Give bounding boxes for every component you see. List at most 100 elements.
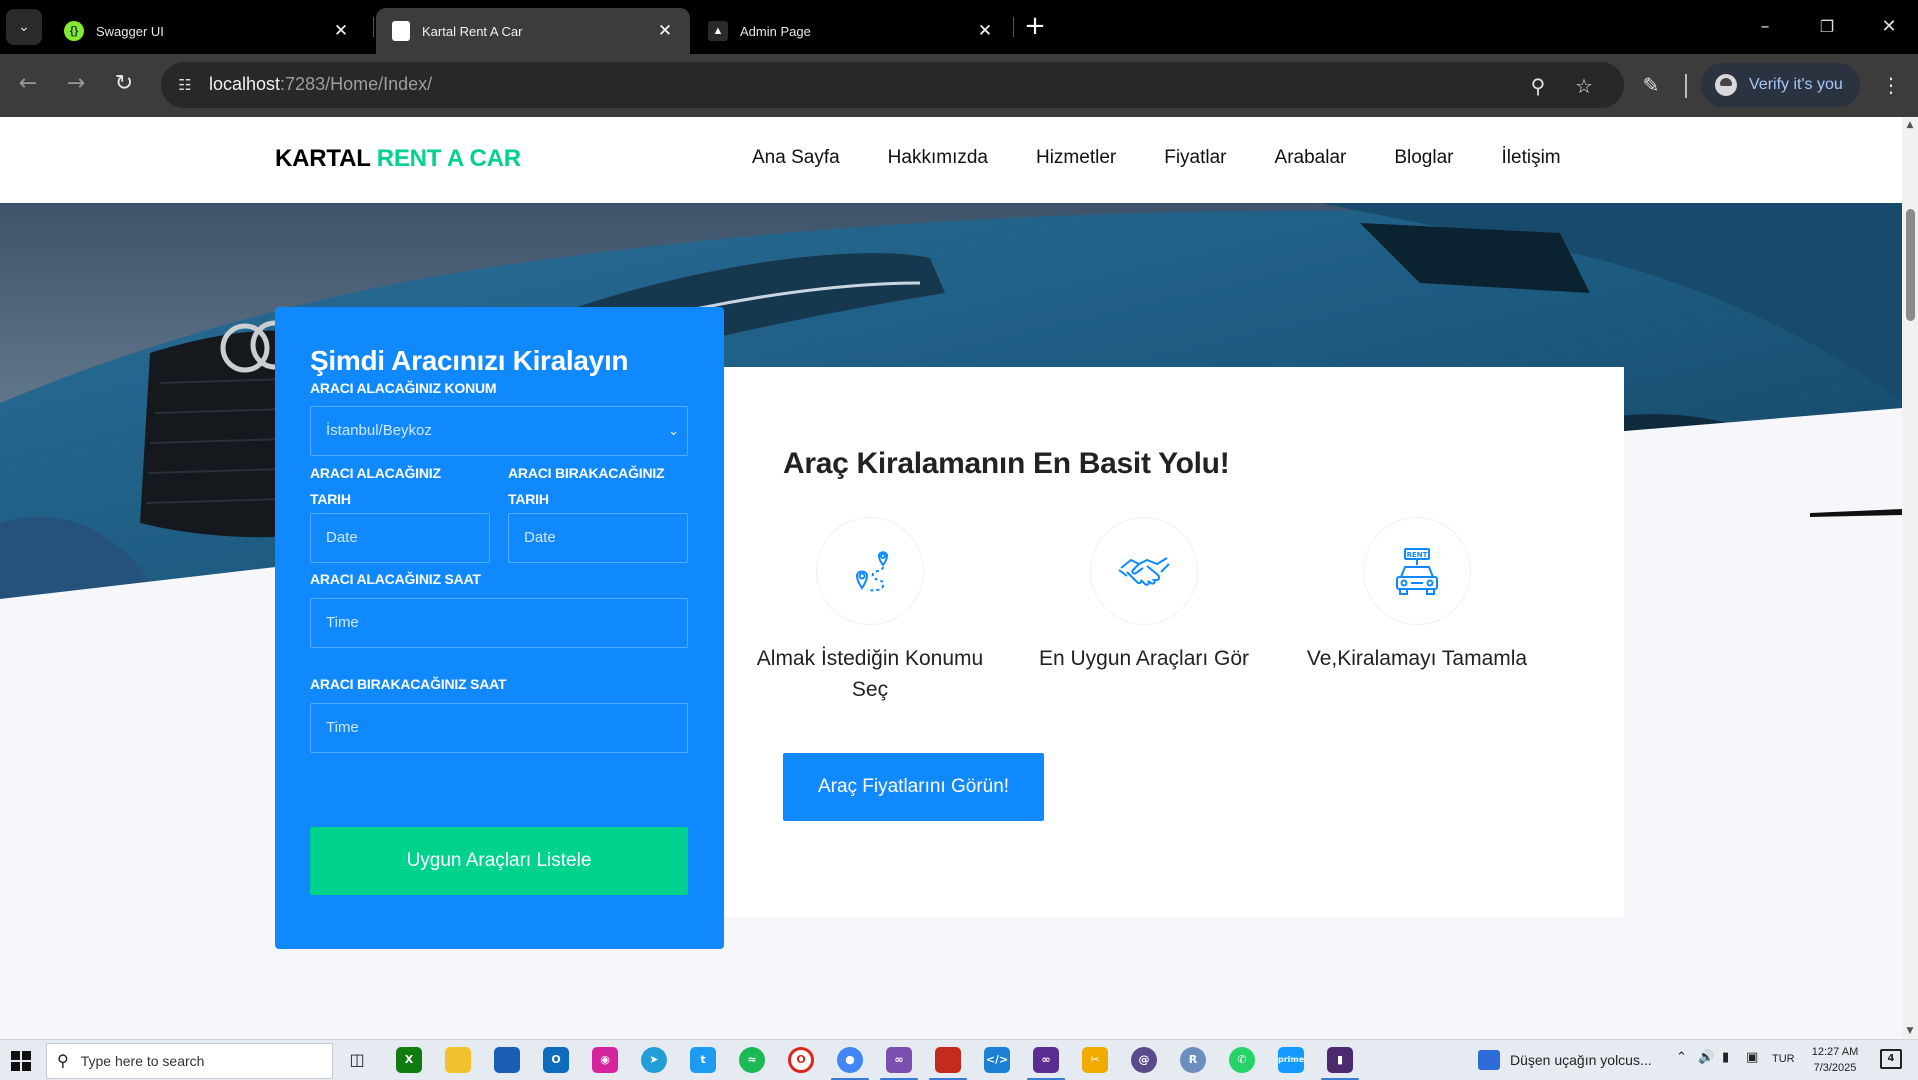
nav-item-arabalar[interactable]: Arabalar [1275,147,1347,169]
restore-button[interactable]: ❐ [1807,10,1847,44]
steps-card: Araç Kiralamanın En Basit Yolu! Almak İs… [724,367,1624,917]
scroll-down-icon[interactable]: ▼ [1905,1026,1915,1036]
page-scrollbar[interactable]: ▲ ▼ [1902,117,1918,1039]
terminal-icon[interactable]: ▮ [1321,1047,1359,1080]
windows-start-icon[interactable] [8,1048,34,1074]
tab-admin[interactable]: ▲ Admin Page ✕ [692,8,1010,54]
bookmark-star-icon[interactable]: ☆ [1571,73,1597,99]
extensions-icon[interactable]: ✎ [1636,70,1666,100]
dropoff-date-input[interactable]: Date [508,513,688,563]
volume-icon[interactable]: 🔊 [1698,1050,1714,1065]
new-tab-button[interactable]: + [1020,12,1050,42]
nav-item-hizmetler[interactable]: Hizmetler [1036,147,1116,169]
battery-icon[interactable]: ▮ [1722,1050,1729,1065]
location-select[interactable]: İstanbul/Beykoz ⌄ [310,406,688,456]
vscode-icon[interactable]: </> [984,1047,1010,1073]
tab-search-button[interactable]: ⌄ [6,9,42,45]
taskbar-search-input[interactable]: ⚲ Type here to search [46,1043,333,1079]
pickup-time-input[interactable]: Time [310,598,688,648]
address-bar[interactable]: ☷ localhost:7283/Home/Index/ ⚲ ☆ [161,62,1624,108]
close-icon[interactable]: ✕ [974,20,996,42]
tab-swagger[interactable]: {} Swagger UI ✕ [48,8,366,54]
profile-button[interactable]: Verify it's you [1701,63,1860,107]
opera-icon[interactable]: O [788,1047,814,1073]
reload-button[interactable]: ↻ [108,69,140,101]
steps-title: Araç Kiralamanın En Basit Yolu! [783,447,1230,480]
nav-item-iletisim[interactable]: İletişim [1502,147,1561,169]
news-widget[interactable]: Düşen uçağın yolcus... [1478,1050,1652,1070]
sql-server-icon[interactable] [929,1047,967,1080]
nav-item-ana-sayfa[interactable]: Ana Sayfa [752,147,840,169]
pickup-date-input[interactable]: Date [310,513,490,563]
visual-studio-2-icon[interactable]: ∞ [1027,1047,1065,1080]
step-caption: Almak İstediğin Konumu Seç [756,647,984,701]
main-nav: Ana Sayfa Hakkımızda Hizmetler Fiyatlar … [752,147,1609,169]
tab-title: Swagger UI [96,23,164,39]
browser-menu-icon[interactable]: ⋮ [1876,70,1906,100]
language-indicator[interactable]: TUR [1772,1053,1795,1065]
pickup-time-label: ARACI ALACAĞINIZ SAAT [310,571,481,587]
xbox-icon[interactable]: X [396,1047,422,1073]
avatar [1715,74,1737,96]
chrome-icon[interactable]: ● [831,1047,869,1080]
spotify-icon[interactable]: ≈ [739,1047,765,1073]
list-cars-button[interactable]: Uygun Araçları Listele [310,827,688,895]
task-view-icon[interactable]: ◫ [344,1047,370,1073]
tray-chevron-up-icon[interactable]: ⌃ [1676,1050,1687,1065]
url-text[interactable]: localhost:7283/Home/Index/ [209,74,432,95]
tab-kartal[interactable]: Kartal Rent A Car ✕ [376,8,690,54]
windows-taskbar: ⚲ Type here to search ◫ X O ◉ ➤ t ≈ O ● … [0,1039,1918,1080]
snipping-tool-icon[interactable]: ✂ [1082,1047,1108,1073]
dropoff-date-label: ARACI BIRAKACAĞINIZ TARIH [508,465,665,507]
network-icon[interactable]: ▣ [1746,1050,1758,1065]
news-icon [1478,1050,1500,1070]
store-icon[interactable] [494,1047,520,1073]
browser-toolbar: ← → ↻ ☷ localhost:7283/Home/Index/ ⚲ ☆ ✎… [0,54,1918,117]
scroll-up-icon[interactable]: ▲ [1905,120,1915,130]
profile-label: Verify it's you [1749,76,1843,93]
visual-studio-icon[interactable]: ∞ [880,1047,918,1080]
telegram-icon[interactable]: ➤ [641,1047,667,1073]
twitter-icon[interactable]: t [690,1047,716,1073]
tab-divider [373,17,374,37]
minimize-button[interactable]: – [1745,10,1785,44]
step-item: RENT Ve,Kiralamayı Tamamla [1287,517,1547,674]
zoom-icon[interactable]: ⚲ [1525,73,1551,99]
tor-browser-icon[interactable]: @ [1131,1047,1157,1073]
back-button[interactable]: ← [12,69,44,101]
tab-title: Admin Page [740,23,811,39]
step-item: Almak İstediğin Konumu Seç [740,517,1000,705]
outlook-icon[interactable]: O [543,1047,569,1073]
nav-item-fiyatlar[interactable]: Fiyatlar [1164,147,1226,169]
document-icon [392,21,410,41]
dropoff-time-input[interactable]: Time [310,703,688,753]
close-window-button[interactable]: ✕ [1869,10,1909,44]
instagram-icon[interactable]: ◉ [592,1047,618,1073]
step-caption: En Uygun Araçları Gör [1038,647,1250,670]
toolbar-divider [1685,74,1687,98]
admin-logo-icon: ▲ [708,21,728,41]
file-explorer-icon[interactable] [445,1047,471,1073]
nav-item-hakkimizda[interactable]: Hakkımızda [888,147,988,169]
site-settings-icon[interactable]: ☷ [173,73,197,97]
whatsapp-icon[interactable]: ✆ [1229,1047,1255,1073]
prime-video-icon[interactable]: prime [1278,1047,1304,1073]
view-prices-button[interactable]: Araç Fiyatlarını Görün! [783,753,1044,821]
svg-text:RENT: RENT [1407,551,1428,559]
close-icon[interactable]: ✕ [654,20,676,42]
r-app-icon[interactable]: R [1180,1047,1206,1073]
handshake-icon [1118,557,1170,586]
step-item: En Uygun Araçları Gör [1014,517,1274,674]
notification-center-icon[interactable]: 4 [1880,1049,1902,1069]
nav-item-bloglar[interactable]: Bloglar [1394,147,1453,169]
system-clock[interactable]: 12:27 AM 7/3/2025 [1804,1044,1866,1076]
tab-divider [1013,17,1014,37]
forward-button[interactable]: → [60,69,92,101]
search-icon: ⚲ [57,1053,69,1070]
site-logo[interactable]: KARTAL RENT A CAR [275,145,521,173]
booking-form: Şimdi Aracınızı Kiralayın ARACI ALACAĞIN… [275,307,724,949]
scrollbar-thumb[interactable] [1906,209,1915,321]
close-icon[interactable]: ✕ [330,20,352,42]
site-header: KARTAL RENT A CAR Ana Sayfa Hakkımızda H… [0,117,1902,203]
chevron-down-icon: ⌄ [668,423,679,438]
